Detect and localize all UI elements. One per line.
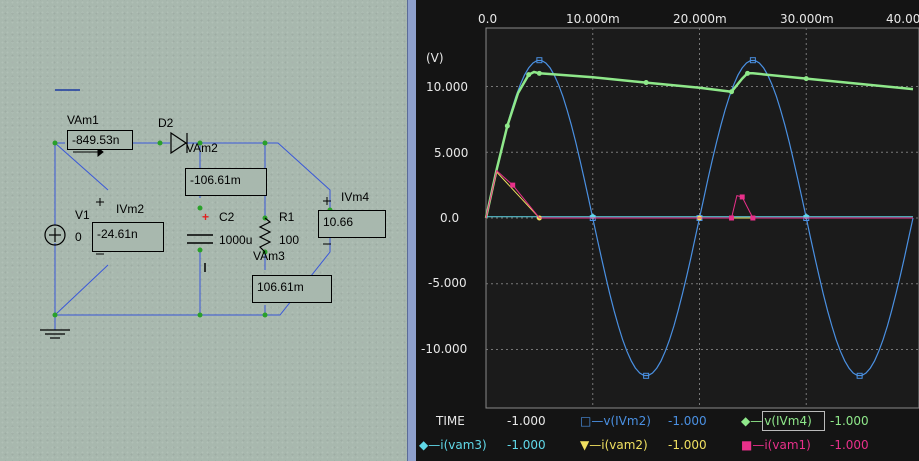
vam3-value: 106.61m bbox=[257, 280, 304, 294]
c2-value: 1000u bbox=[219, 233, 253, 247]
vam2-value: -106.61m bbox=[190, 173, 241, 187]
data-point bbox=[729, 89, 735, 95]
data-point bbox=[526, 72, 532, 78]
x-tick: 20.000m bbox=[673, 12, 727, 26]
data-point bbox=[729, 215, 735, 221]
vam3-label: VAm3 bbox=[253, 249, 285, 263]
vam3-meter[interactable]: 106.61m bbox=[252, 275, 332, 303]
x-tick: 30.000m bbox=[780, 12, 834, 26]
v1-value: 0 bbox=[75, 230, 82, 244]
legend-vam1-name: i(vam1) bbox=[764, 438, 811, 452]
ivm4-label: IVm4 bbox=[341, 190, 370, 204]
data-point bbox=[750, 215, 756, 221]
ivm4-meter[interactable]: 10.66 bbox=[318, 210, 386, 238]
data-point bbox=[745, 70, 751, 76]
ivm4-value: 10.66 bbox=[323, 215, 354, 229]
y-tick: 0.0 bbox=[440, 211, 460, 225]
legend-vam1[interactable]: ■—i(vam1) bbox=[741, 438, 811, 452]
data-point bbox=[643, 80, 649, 86]
capacitor-plus: + bbox=[202, 210, 210, 224]
ivm2-label: IVm2 bbox=[116, 202, 145, 216]
legend-vam2-value: -1.000 bbox=[668, 438, 707, 452]
legend-vam1-value: -1.000 bbox=[830, 438, 869, 452]
diamond-marker-icon: ◆— bbox=[741, 414, 763, 428]
legend-time-value: -1.000 bbox=[507, 414, 546, 428]
y-unit-label: (V) bbox=[426, 51, 444, 65]
legend-ivm4-name: v(IVm4) bbox=[762, 411, 825, 431]
y-tick: 10.000 bbox=[426, 80, 468, 94]
y-tick: -10.000 bbox=[421, 342, 468, 356]
legend-ivm4-value: -1.000 bbox=[830, 414, 869, 428]
vam2-meter[interactable]: -106.61m bbox=[185, 168, 267, 196]
legend-ivm2-name: v(IVm2) bbox=[603, 414, 651, 428]
legend-vam2[interactable]: ▼—i(vam2) bbox=[580, 438, 648, 452]
legend-vam3[interactable]: ◆—i(vam3) bbox=[419, 438, 487, 452]
vam1-label: VAm1 bbox=[67, 113, 99, 127]
diode-symbol bbox=[170, 131, 188, 155]
vam1-meter[interactable]: -849.53n bbox=[67, 130, 133, 150]
y-tick: 5.000 bbox=[434, 146, 469, 160]
ivm2-value: -24.61n bbox=[97, 227, 138, 241]
legend-ivm2[interactable]: □—v(IVm2) bbox=[580, 414, 651, 428]
data-point bbox=[504, 123, 510, 129]
legend-time-label: TIME bbox=[436, 414, 465, 428]
data-point bbox=[510, 182, 516, 188]
waveform-pane[interactable]: (V) 0.0 10.000m 20.000m 30.000m 40.00 10… bbox=[416, 0, 919, 461]
r1-label: R1 bbox=[279, 210, 295, 224]
legend-vam3-value: -1.000 bbox=[507, 438, 546, 452]
diamond-marker-icon: ◆— bbox=[419, 438, 441, 452]
ivm2-meter[interactable]: -24.61n bbox=[92, 222, 164, 252]
triangle-marker-icon: ▼— bbox=[580, 438, 602, 452]
legend-vam2-name: i(vam2) bbox=[601, 438, 648, 452]
waveform-plot[interactable] bbox=[416, 0, 919, 461]
v1-label: V1 bbox=[75, 208, 90, 222]
c2-label: C2 bbox=[219, 210, 235, 224]
legend-ivm2-value: -1.000 bbox=[668, 414, 707, 428]
schematic-pane[interactable]: VAm1 -849.53n D2 VAm2 -106.61m V1 0 IVm2… bbox=[0, 0, 407, 461]
data-point bbox=[803, 76, 809, 82]
square-marker-icon: □— bbox=[580, 414, 604, 428]
data-point bbox=[739, 194, 745, 200]
legend-ivm4[interactable]: ◆— v(IVm4) bbox=[741, 411, 825, 431]
x-tick: 40.00 bbox=[886, 12, 919, 26]
r1-value: 100 bbox=[279, 233, 300, 247]
square-marker-icon: ■— bbox=[741, 438, 765, 452]
x-tick: 10.000m bbox=[566, 12, 620, 26]
vam1-value: -849.53n bbox=[72, 133, 120, 147]
vam2-label: VAm2 bbox=[186, 141, 218, 155]
legend-vam3-name: i(vam3) bbox=[440, 438, 487, 452]
y-tick: -5.000 bbox=[428, 276, 467, 290]
data-point bbox=[536, 70, 542, 76]
d2-label: D2 bbox=[158, 116, 174, 130]
x-tick: 0.0 bbox=[478, 12, 498, 26]
